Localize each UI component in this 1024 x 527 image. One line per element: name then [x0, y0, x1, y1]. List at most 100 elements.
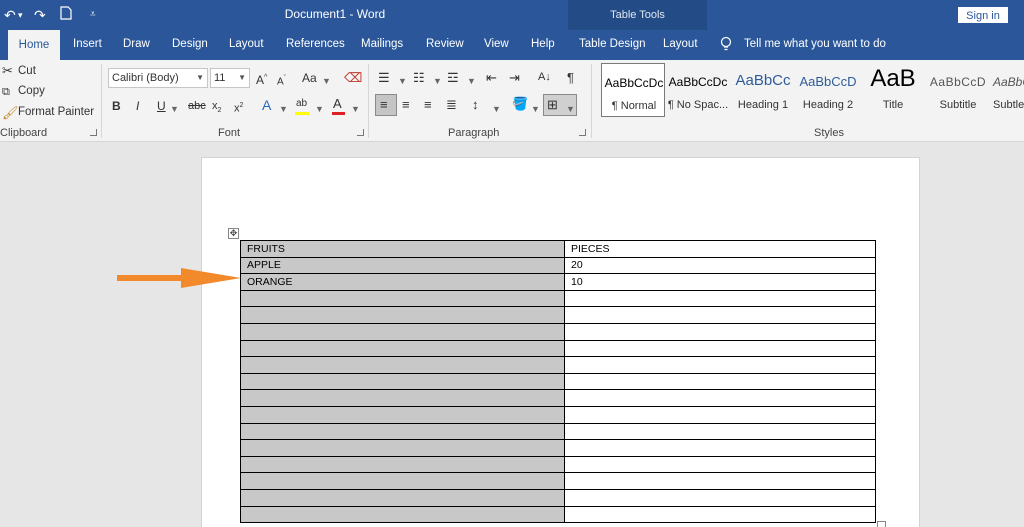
superscript-icon[interactable]: x2 — [234, 98, 243, 117]
lightbulb-icon[interactable] — [720, 36, 732, 57]
shading-dropdown-icon[interactable]: ▼ — [531, 101, 540, 117]
change-case-icon[interactable]: Aa — [302, 70, 317, 86]
font-size-select[interactable]: 11 ▼ — [210, 68, 250, 88]
table-cell-pieces[interactable] — [564, 356, 876, 374]
table-cell-pieces[interactable] — [564, 439, 876, 457]
table-cell-fruit[interactable] — [240, 488, 565, 507]
borders-icon[interactable]: ⊞ — [547, 97, 558, 113]
tab-references[interactable]: References — [286, 38, 345, 50]
tab-help[interactable]: Help — [531, 38, 555, 50]
tab-insert[interactable]: Insert — [73, 38, 102, 50]
strikethrough-icon[interactable]: abc — [188, 98, 206, 114]
document-table[interactable]: FRUITS PIECES APPLE 20 ORANGE 10 — [240, 240, 876, 524]
bullets-icon[interactable]: ☰ — [378, 70, 390, 86]
numbering-dropdown-icon[interactable]: ▼ — [433, 73, 442, 89]
tab-home[interactable]: Home — [8, 30, 60, 60]
change-case-dropdown-icon[interactable]: ▼ — [322, 73, 331, 89]
numbering-icon[interactable]: ☷ — [413, 70, 425, 86]
table-resize-handle[interactable] — [877, 521, 886, 527]
underline-icon[interactable]: U — [157, 98, 166, 114]
table-cell-pieces[interactable] — [564, 405, 876, 424]
table-cell-pieces[interactable] — [564, 306, 876, 324]
table-cell-pieces[interactable]: 20 — [564, 256, 876, 275]
tab-review[interactable]: Review — [426, 38, 464, 50]
copy-icon[interactable]: ⧉ — [2, 84, 10, 100]
table-cell-pieces[interactable] — [564, 389, 876, 407]
font-family-select[interactable]: Calibri (Body) ▼ — [108, 68, 208, 88]
justify-icon[interactable]: ≣ — [446, 97, 457, 113]
decrease-indent-icon[interactable]: ⇤ — [486, 70, 497, 86]
table-cell-pieces[interactable] — [564, 289, 876, 308]
tab-draw[interactable]: Draw — [123, 38, 150, 50]
style-subtle[interactable]: AaBbC Subtle — [991, 63, 1024, 117]
borders-dropdown-icon[interactable]: ▼ — [566, 101, 575, 117]
table-cell-fruit[interactable]: APPLE — [240, 256, 565, 275]
table-cell-fruit[interactable]: FRUITS — [240, 240, 565, 258]
shrink-font-icon[interactable]: Aˇ — [277, 71, 286, 90]
tab-layout[interactable]: Layout — [229, 38, 264, 50]
underline-dropdown-icon[interactable]: ▼ — [170, 101, 179, 117]
format-painter-button[interactable]: Format Painter — [18, 106, 94, 118]
table-cell-pieces[interactable] — [564, 472, 876, 490]
table-cell-fruit[interactable] — [240, 422, 565, 441]
table-cell-fruit[interactable] — [240, 356, 565, 374]
tab-table-layout[interactable]: Layout — [663, 38, 698, 50]
table-cell-fruit[interactable] — [240, 405, 565, 424]
table-cell-pieces[interactable]: PIECES — [564, 240, 876, 258]
style-heading-1[interactable]: AaBbCc Heading 1 — [731, 63, 795, 117]
table-cell-pieces[interactable]: 10 — [564, 273, 876, 291]
multilevel-dropdown-icon[interactable]: ▼ — [467, 73, 476, 89]
text-effects-icon[interactable]: A — [262, 97, 271, 113]
sort-icon[interactable]: A↓ — [538, 69, 551, 85]
table-cell-fruit[interactable] — [240, 322, 565, 341]
show-formatting-marks-icon[interactable]: ¶ — [567, 70, 574, 86]
shading-icon[interactable]: 🪣 — [512, 96, 528, 112]
table-cell-fruit[interactable] — [240, 505, 565, 524]
increase-indent-icon[interactable]: ⇥ — [509, 70, 520, 86]
style-normal[interactable]: AaBbCcDc ¶ Normal — [601, 63, 665, 117]
tab-design[interactable]: Design — [172, 38, 208, 50]
table-cell-fruit[interactable]: ORANGE — [240, 273, 565, 291]
align-center-icon[interactable]: ≡ — [402, 97, 410, 113]
table-cell-fruit[interactable] — [240, 472, 565, 490]
clipboard-launcher-icon[interactable] — [90, 129, 97, 136]
tab-mailings[interactable]: Mailings — [361, 38, 403, 50]
table-cell-pieces[interactable] — [564, 372, 876, 391]
scissors-icon[interactable]: ✂ — [2, 63, 13, 79]
paragraph-launcher-icon[interactable] — [579, 129, 586, 136]
tell-me-search[interactable]: Tell me what you want to do — [744, 38, 886, 50]
table-cell-fruit[interactable] — [240, 372, 565, 391]
format-painter-icon[interactable]: 🖌 — [2, 105, 19, 121]
table-cell-fruit[interactable] — [240, 339, 565, 358]
style-no-spacing[interactable]: AaBbCcDc ¶ No Spac... — [666, 63, 730, 117]
table-cell-fruit[interactable] — [240, 389, 565, 407]
bold-icon[interactable]: B — [112, 98, 121, 114]
line-spacing-icon[interactable]: ↕ — [472, 97, 479, 113]
table-cell-pieces[interactable] — [564, 339, 876, 358]
table-cell-fruit[interactable] — [240, 306, 565, 324]
tab-table-design[interactable]: Table Design — [579, 38, 645, 50]
align-right-icon[interactable]: ≡ — [424, 97, 432, 113]
font-color-dropdown-icon[interactable]: ▼ — [351, 101, 360, 117]
cut-button[interactable]: Cut — [18, 65, 36, 77]
style-subtitle[interactable]: AaBbCcD Subtitle — [926, 63, 990, 117]
grow-font-icon[interactable]: A^ — [256, 70, 267, 88]
table-cell-pieces[interactable] — [564, 422, 876, 441]
table-cell-fruit[interactable] — [240, 439, 565, 457]
table-cell-pieces[interactable] — [564, 322, 876, 341]
clear-formatting-icon[interactable]: ⌫ — [344, 70, 362, 86]
italic-icon[interactable]: I — [136, 98, 139, 114]
copy-button[interactable]: Copy — [18, 85, 45, 97]
table-cell-pieces[interactable] — [564, 505, 876, 524]
align-left-icon[interactable]: ≡ — [380, 97, 388, 113]
sign-in-button[interactable]: Sign in — [958, 7, 1008, 23]
table-move-handle-icon[interactable]: ✥ — [228, 228, 239, 239]
font-launcher-icon[interactable] — [357, 129, 364, 136]
tab-view[interactable]: View — [484, 38, 509, 50]
style-heading-2[interactable]: AaBbCcD Heading 2 — [796, 63, 860, 117]
style-title[interactable]: AaB Title — [861, 63, 925, 117]
table-cell-fruit[interactable] — [240, 455, 565, 474]
text-effects-dropdown-icon[interactable]: ▼ — [279, 101, 288, 117]
font-color-icon[interactable]: A — [333, 96, 342, 112]
bullets-dropdown-icon[interactable]: ▼ — [398, 73, 407, 89]
